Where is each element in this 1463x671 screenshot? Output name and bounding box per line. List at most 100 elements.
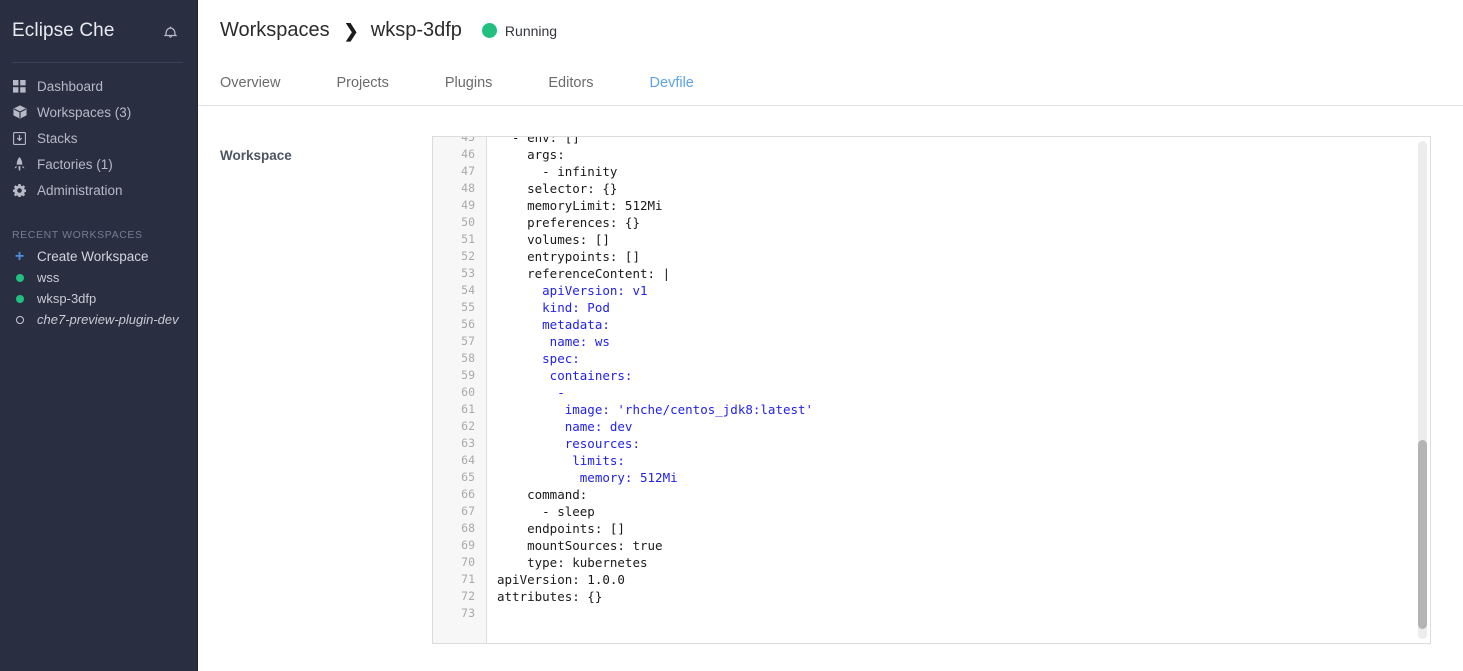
code-line[interactable]: apiVersion: v1 xyxy=(497,282,1430,299)
code-line[interactable]: image: 'rhche/centos_jdk8:latest' xyxy=(497,401,1430,418)
code-line[interactable]: args: xyxy=(497,146,1430,163)
editor-code-area[interactable]: - env: [] args: - infinity selector: {} … xyxy=(487,137,1430,643)
sidebar-brand-row: Eclipse Che xyxy=(0,0,197,62)
code-line[interactable]: name: ws xyxy=(497,333,1430,350)
sidebar-item-label: Dashboard xyxy=(37,78,104,94)
bell-icon[interactable] xyxy=(157,18,183,44)
cube-icon xyxy=(12,105,27,120)
code-line[interactable]: mountSources: true xyxy=(497,537,1430,554)
tab-bar: Overview Projects Plugins Editors Devfil… xyxy=(198,61,1463,106)
sidebar-item-wksp-3dfp[interactable]: wksp-3dfp xyxy=(0,288,197,309)
code-line[interactable]: spec: xyxy=(497,350,1430,367)
code-line[interactable]: kind: Pod xyxy=(497,299,1430,316)
code-line[interactable]: preferences: {} xyxy=(497,214,1430,231)
line-number: 66 xyxy=(461,487,475,501)
main-content: Workspaces ❯ wksp-3dfp Running Overview … xyxy=(198,0,1463,671)
code-line[interactable]: type: kubernetes xyxy=(497,554,1430,571)
line-number: 65 xyxy=(461,470,475,484)
line-number: 55 xyxy=(461,300,475,314)
sidebar-item-label: Administration xyxy=(37,182,123,198)
status-dot-stopped-icon xyxy=(12,315,27,324)
recent-item-label: wksp-3dfp xyxy=(37,291,97,306)
sidebar-nav: Dashboard Workspaces (3) Stacks Factorie… xyxy=(0,71,197,203)
line-number: 59 xyxy=(461,368,475,382)
code-line[interactable]: - sleep xyxy=(497,503,1430,520)
line-number: 46 xyxy=(461,147,475,161)
line-number: 48 xyxy=(461,181,475,195)
gear-icon xyxy=(12,183,27,198)
line-number: 51 xyxy=(461,232,475,246)
code-line[interactable]: - infinity xyxy=(497,163,1430,180)
status-badge: Running xyxy=(481,22,558,39)
code-line[interactable]: containers: xyxy=(497,367,1430,384)
sidebar-item-label: Workspaces (3) xyxy=(37,104,132,120)
tab-overview[interactable]: Overview xyxy=(220,75,280,91)
code-line[interactable]: command: xyxy=(497,486,1430,503)
code-line[interactable] xyxy=(497,605,1430,622)
breadcrumb-workspaces-link[interactable]: Workspaces xyxy=(220,19,330,42)
devfile-editor[interactable]: 45 46 47 48 49 50 51 52 53 54 55 56 57 58 59 60 61 62 63 64… xyxy=(432,136,1431,644)
line-number: 68 xyxy=(461,521,475,535)
tab-projects[interactable]: Projects xyxy=(336,75,388,91)
code-line[interactable]: - env: [] xyxy=(497,137,1430,146)
tab-devfile[interactable]: Devfile xyxy=(650,75,694,91)
line-number: 58 xyxy=(461,351,475,365)
code-line[interactable]: entrypoints: [] xyxy=(497,248,1430,265)
chevron-right-icon: ❯ xyxy=(343,20,359,41)
recent-item-label: che7-preview-plugin-dev xyxy=(37,312,179,327)
stack-download-icon xyxy=(12,131,27,146)
sidebar-item-stacks[interactable]: Stacks xyxy=(0,125,197,151)
sidebar-item-dashboard[interactable]: Dashboard xyxy=(0,73,197,99)
sidebar-item-label: Stacks xyxy=(37,130,78,146)
sidebar-item-administration[interactable]: Administration xyxy=(0,177,197,203)
code-line[interactable]: - xyxy=(497,384,1430,401)
line-number: 72 xyxy=(461,589,475,603)
line-number: 49 xyxy=(461,198,475,212)
sidebar-divider xyxy=(12,62,183,63)
code-line[interactable]: selector: {} xyxy=(497,180,1430,197)
line-number: 70 xyxy=(461,555,475,569)
line-number: 63 xyxy=(461,436,475,450)
workspace-field-label: Workspace xyxy=(220,148,292,163)
sidebar-item-wss[interactable]: wss xyxy=(0,267,197,288)
breadcrumb: Workspaces ❯ wksp-3dfp Running xyxy=(198,0,1463,61)
code-line[interactable]: apiVersion: 1.0.0 xyxy=(497,571,1430,588)
app-root: Eclipse Che Dashboard Workspaces (3) Sta… xyxy=(0,0,1463,671)
code-line[interactable]: resources: xyxy=(497,435,1430,452)
status-label: Running xyxy=(504,22,558,39)
tab-editors[interactable]: Editors xyxy=(548,75,593,91)
line-number: 73 xyxy=(461,606,475,620)
status-dot-running-icon xyxy=(12,294,27,303)
code-line[interactable]: attributes: {} xyxy=(497,588,1430,605)
scrollbar-thumb[interactable] xyxy=(1418,439,1427,630)
code-line[interactable]: referenceContent: | xyxy=(497,265,1430,282)
line-number: 57 xyxy=(461,334,475,348)
code-line[interactable]: metadata: xyxy=(497,316,1430,333)
grid-icon xyxy=(12,79,27,94)
line-number: 52 xyxy=(461,249,475,263)
line-number: 71 xyxy=(461,572,475,586)
code-line[interactable]: volumes: [] xyxy=(497,231,1430,248)
code-line[interactable]: memory: 512Mi xyxy=(497,469,1430,486)
code-line[interactable]: memoryLimit: 512Mi xyxy=(497,197,1430,214)
recent-item-label: wss xyxy=(37,270,60,285)
app-logo[interactable]: Eclipse Che xyxy=(12,20,114,42)
vertical-scrollbar[interactable] xyxy=(1418,141,1427,639)
line-number: 54 xyxy=(461,283,475,297)
sidebar-item-label: Factories (1) xyxy=(37,156,113,172)
code-line[interactable]: limits: xyxy=(497,452,1430,469)
line-number: 60 xyxy=(461,385,475,399)
sidebar-item-che7-preview-plugin-dev[interactable]: che7-preview-plugin-dev xyxy=(0,309,197,330)
tab-plugins[interactable]: Plugins xyxy=(445,75,493,91)
line-number: 67 xyxy=(461,504,475,518)
line-number: 64 xyxy=(461,453,475,467)
sidebar: Eclipse Che Dashboard Workspaces (3) Sta… xyxy=(0,0,198,671)
line-number: 56 xyxy=(461,317,475,331)
sidebar-item-create-workspace[interactable]: + Create Workspace xyxy=(0,246,197,267)
sidebar-item-workspaces[interactable]: Workspaces (3) xyxy=(0,99,197,125)
page-title: wksp-3dfp xyxy=(370,19,462,41)
code-line[interactable]: name: dev xyxy=(497,418,1430,435)
sidebar-item-factories[interactable]: Factories (1) xyxy=(0,151,197,177)
line-number: 53 xyxy=(461,266,475,280)
code-line[interactable]: endpoints: [] xyxy=(497,520,1430,537)
